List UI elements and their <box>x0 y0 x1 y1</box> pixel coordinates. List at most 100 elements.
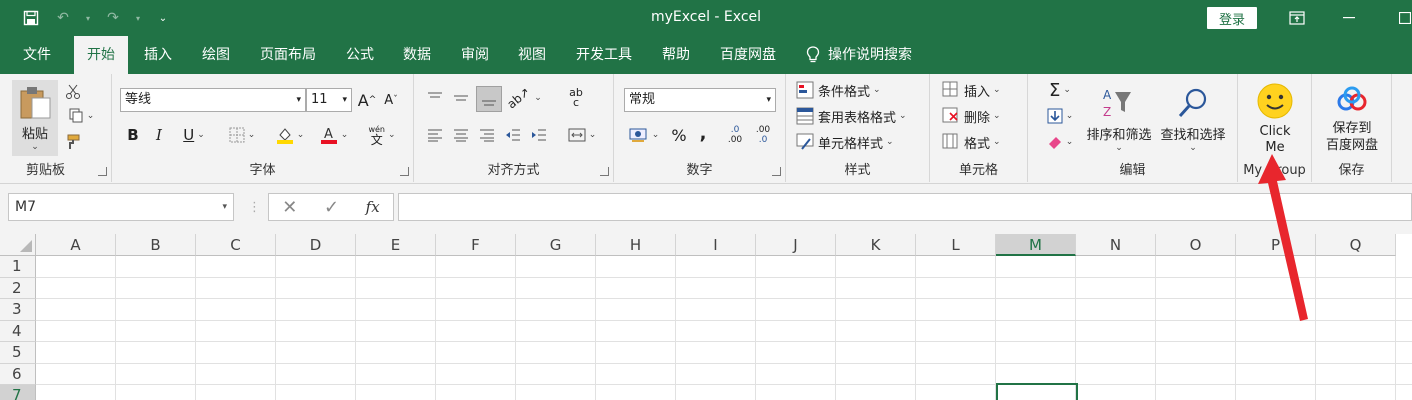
align-center-icon[interactable] <box>450 124 472 146</box>
tab-formulas[interactable]: 公式 <box>338 36 382 74</box>
column-header-i[interactable]: I <box>676 234 756 256</box>
decrease-decimal-button[interactable]: .00 .0 <box>750 122 776 148</box>
row-header-7[interactable]: 7 <box>0 385 36 400</box>
dialog-launcher-icon[interactable] <box>400 167 409 176</box>
tab-home[interactable]: 开始 <box>74 36 128 74</box>
click-me-button[interactable]: Click Me <box>1242 78 1308 160</box>
increase-decimal-button[interactable]: .0 .00 <box>722 122 748 148</box>
increase-font-size-button[interactable]: A ^ <box>356 88 378 112</box>
decrease-font-size-button[interactable]: Aˇ <box>380 88 402 112</box>
font-size-combo[interactable]: 11 ▾ <box>306 88 352 112</box>
column-header-l[interactable]: L <box>916 234 996 256</box>
enter-icon[interactable]: ✓ <box>324 197 339 218</box>
decrease-indent-icon[interactable] <box>502 124 524 146</box>
formula-bar-splitter[interactable]: ⋮ <box>248 200 261 215</box>
delete-cells-button[interactable]: 删除 ⌄ <box>942 104 1001 128</box>
orientation-button[interactable]: ab↗ ⌄ <box>505 85 542 112</box>
borders-button[interactable]: ⌄ <box>222 124 262 146</box>
tab-view[interactable]: 视图 <box>510 36 554 74</box>
top-align-icon[interactable] <box>424 86 446 110</box>
format-as-table-button[interactable]: 套用表格格式 ⌄ <box>796 104 907 128</box>
column-header-c[interactable]: C <box>196 234 276 256</box>
align-right-icon[interactable] <box>476 124 498 146</box>
clear-button[interactable]: ⌄ <box>1040 130 1080 154</box>
decrease-decimal-bottom: .0 <box>758 135 768 145</box>
tab-file[interactable]: 文件 <box>12 36 62 74</box>
column-header-n[interactable]: N <box>1076 234 1156 256</box>
column-header-f[interactable]: F <box>436 234 516 256</box>
minimize-icon[interactable] <box>1334 6 1364 30</box>
percent-style-button[interactable]: % <box>670 124 688 146</box>
underline-button[interactable]: U ⌄ <box>176 124 212 146</box>
column-header-e[interactable]: E <box>356 234 436 256</box>
paste-button[interactable]: 粘贴 ⌄ <box>12 80 58 156</box>
maximize-icon[interactable] <box>1390 6 1412 30</box>
select-all-button[interactable] <box>0 234 36 256</box>
column-header-b[interactable]: B <box>116 234 196 256</box>
row-header-4[interactable]: 4 <box>0 320 36 342</box>
column-header-k[interactable]: K <box>836 234 916 256</box>
phonetic-guide-button[interactable]: wén 文 ⌄ <box>362 122 402 148</box>
fill-button[interactable]: ⌄ <box>1040 104 1080 128</box>
increase-indent-icon[interactable] <box>528 124 550 146</box>
tab-draw[interactable]: 绘图 <box>194 36 238 74</box>
ribbon-display-options-icon[interactable] <box>1282 6 1312 30</box>
format-cells-button[interactable]: 格式 ⌄ <box>942 130 1001 154</box>
format-painter-icon[interactable] <box>64 132 82 152</box>
dialog-launcher-icon[interactable] <box>600 167 609 176</box>
column-header-m[interactable]: M <box>996 234 1076 256</box>
tab-page-layout[interactable]: 页面布局 <box>252 36 324 74</box>
gridline <box>115 256 116 400</box>
row-header-2[interactable]: 2 <box>0 277 36 299</box>
tab-data[interactable]: 数据 <box>395 36 439 74</box>
bold-button[interactable]: B <box>124 124 142 146</box>
column-header-o[interactable]: O <box>1156 234 1236 256</box>
dialog-launcher-icon[interactable] <box>772 167 781 176</box>
cell-styles-button[interactable]: 单元格样式 ⌄ <box>796 130 894 154</box>
bottom-align-icon[interactable] <box>476 86 502 112</box>
row-header-6[interactable]: 6 <box>0 363 36 385</box>
tab-baidu-netdisk[interactable]: 百度网盘 <box>712 36 784 74</box>
autosum-button[interactable]: Σ ⌄ <box>1040 78 1080 102</box>
column-header-j[interactable]: J <box>756 234 836 256</box>
align-left-icon[interactable] <box>424 124 446 146</box>
tell-me-search[interactable]: 操作说明搜索 <box>800 36 930 74</box>
tab-help[interactable]: 帮助 <box>654 36 698 74</box>
insert-cells-button[interactable]: 插入 ⌄ <box>942 78 1001 102</box>
wrap-text-icon[interactable]: ab c <box>562 84 590 112</box>
copy-button[interactable]: ⌄ <box>64 106 98 126</box>
chevron-down-icon: ⌄ <box>340 130 349 140</box>
fill-color-button[interactable]: ⌄ <box>270 124 310 146</box>
middle-align-icon[interactable] <box>450 86 472 110</box>
merge-center-button[interactable]: ⌄ <box>562 124 602 146</box>
column-header-g[interactable]: G <box>516 234 596 256</box>
conditional-formatting-button[interactable]: 条件格式 ⌄ <box>796 78 881 102</box>
cut-icon[interactable] <box>64 82 82 102</box>
name-box[interactable]: M7 ▾ <box>8 193 234 221</box>
column-header-d[interactable]: D <box>276 234 356 256</box>
tab-review[interactable]: 审阅 <box>453 36 497 74</box>
login-button[interactable]: 登录 <box>1207 7 1257 29</box>
row-header-3[interactable]: 3 <box>0 299 36 321</box>
italic-button[interactable]: I <box>150 124 168 146</box>
tab-developer[interactable]: 开发工具 <box>568 36 640 74</box>
tab-insert[interactable]: 插入 <box>136 36 180 74</box>
sort-filter-button[interactable]: AZ 排序和筛选 ⌄ <box>1082 78 1156 160</box>
comma-style-button[interactable]: , <box>694 122 712 144</box>
cancel-icon[interactable]: ✕ <box>282 197 297 218</box>
row-header-1[interactable]: 1 <box>0 256 36 278</box>
font-color-button[interactable]: A ⌄ <box>314 124 354 146</box>
save-to-netdisk-button[interactable]: 保存到 百度网盘 <box>1316 78 1388 160</box>
selected-cell[interactable] <box>996 383 1078 400</box>
number-format-combo[interactable]: 常规 ▾ <box>624 88 776 112</box>
font-name-combo[interactable]: 等线 ▾ <box>120 88 306 112</box>
find-select-button[interactable]: 查找和选择 ⌄ <box>1156 78 1230 160</box>
row-header-5[interactable]: 5 <box>0 342 36 364</box>
insert-function-icon[interactable]: fx <box>366 198 380 216</box>
dialog-launcher-icon[interactable] <box>98 167 107 176</box>
column-header-h[interactable]: H <box>596 234 676 256</box>
name-box-value: M7 <box>15 199 36 215</box>
accounting-format-button[interactable]: ⌄ <box>624 124 664 146</box>
column-header-q[interactable]: Q <box>1316 234 1396 256</box>
column-header-a[interactable]: A <box>36 234 116 256</box>
